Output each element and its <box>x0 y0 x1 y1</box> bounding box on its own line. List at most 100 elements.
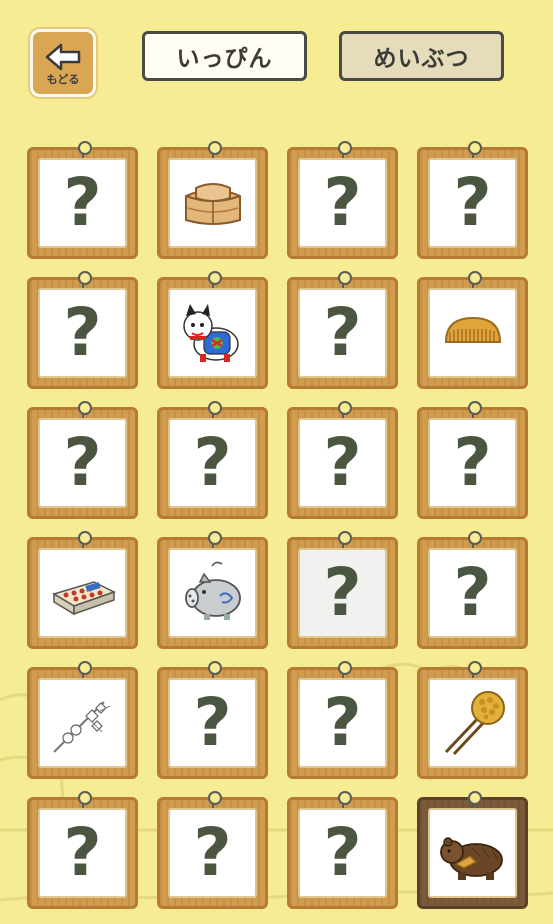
item-card[interactable]: ? <box>287 271 398 389</box>
item-card[interactable]: ? <box>417 531 528 649</box>
item-card[interactable]: ? <box>157 401 268 519</box>
item-card[interactable]: ? <box>287 401 398 519</box>
hook-ring-icon <box>207 401 222 415</box>
item-card[interactable] <box>417 791 528 909</box>
hook-ring-icon <box>467 141 482 155</box>
hook-ring-icon <box>467 271 482 285</box>
hook-ring-icon <box>207 531 222 545</box>
tab-ippin[interactable]: いっぴん <box>142 31 307 81</box>
item-card-face <box>38 678 127 768</box>
hook-ring-icon <box>77 401 92 415</box>
unknown-item-question-mark: ? <box>193 814 232 891</box>
item-card-face <box>428 808 517 898</box>
item-card[interactable]: ? <box>287 661 398 779</box>
carved-bear-icon <box>439 837 503 880</box>
item-card[interactable] <box>157 141 268 259</box>
item-card-face: ? <box>298 678 387 768</box>
hook-ring-icon <box>77 531 92 545</box>
hook-ring-icon <box>207 661 222 675</box>
unknown-item-question-mark: ? <box>323 554 362 631</box>
tab-meibutsu-label: めいぶつ <box>373 46 470 72</box>
hook-ring-icon <box>337 531 352 545</box>
unknown-item-question-mark: ? <box>193 424 232 501</box>
unknown-item-question-mark: ? <box>323 294 362 371</box>
unknown-item-question-mark: ? <box>63 164 102 241</box>
hook-ring-icon <box>467 791 482 805</box>
hook-ring-icon <box>207 791 222 805</box>
item-card-face <box>168 288 257 378</box>
item-card[interactable] <box>27 661 138 779</box>
pig-mosquito-coil-holder-icon <box>184 561 241 620</box>
unknown-item-question-mark: ? <box>323 684 362 761</box>
unknown-item-question-mark: ? <box>323 424 362 501</box>
item-card-face: ? <box>428 158 517 248</box>
item-card[interactable]: ? <box>27 141 138 259</box>
item-card[interactable] <box>417 661 528 779</box>
item-card[interactable]: ? <box>157 661 268 779</box>
hook-ring-icon <box>77 271 92 285</box>
item-card[interactable]: ? <box>287 531 398 649</box>
item-card-face: ? <box>298 158 387 248</box>
item-card[interactable]: ? <box>417 401 528 519</box>
unknown-item-question-mark: ? <box>453 424 492 501</box>
hook-ring-icon <box>337 141 352 155</box>
wooden-bento-box-icon <box>184 183 241 225</box>
item-card[interactable]: ? <box>157 791 268 909</box>
tab-ippin-label: いっぴん <box>176 46 273 72</box>
item-card-face <box>38 548 127 638</box>
item-card[interactable] <box>157 531 268 649</box>
item-collection-grid: ? ??? ? ???? ? ? ? ? ? ? ? <box>27 141 528 909</box>
item-card[interactable] <box>417 271 528 389</box>
hook-ring-icon <box>467 661 482 675</box>
unknown-item-question-mark: ? <box>453 164 492 241</box>
hook-ring-icon <box>337 271 352 285</box>
item-card-face <box>168 548 257 638</box>
item-card[interactable]: ? <box>27 401 138 519</box>
unknown-item-question-mark: ? <box>63 294 102 371</box>
matchbox-icon <box>51 581 116 616</box>
item-card[interactable] <box>27 531 138 649</box>
item-card[interactable]: ? <box>27 271 138 389</box>
hook-ring-icon <box>337 791 352 805</box>
inu-hariko-dog-icon <box>182 304 239 362</box>
item-card[interactable]: ? <box>417 141 528 259</box>
unknown-item-question-mark: ? <box>323 164 362 241</box>
hook-ring-icon <box>77 661 92 675</box>
back-button-label: もどる <box>46 73 80 86</box>
item-card-face: ? <box>38 288 127 378</box>
hook-ring-icon <box>77 141 92 155</box>
tab-meibutsu[interactable]: めいぶつ <box>339 31 504 81</box>
item-card-face <box>428 678 517 768</box>
item-card-face: ? <box>428 418 517 508</box>
item-card-face: ? <box>298 808 387 898</box>
hook-ring-icon <box>467 531 482 545</box>
item-card-face: ? <box>298 288 387 378</box>
unknown-item-question-mark: ? <box>453 554 492 631</box>
hook-ring-icon <box>77 791 92 805</box>
hook-ring-icon <box>337 401 352 415</box>
hook-ring-icon <box>467 401 482 415</box>
item-card[interactable]: ? <box>287 141 398 259</box>
unknown-item-question-mark: ? <box>193 684 232 761</box>
left-arrow-icon <box>45 43 81 71</box>
item-card[interactable]: ? <box>287 791 398 909</box>
item-card-face: ? <box>168 808 257 898</box>
hair-ornament-kanzashi-icon <box>52 701 110 753</box>
item-card-face: ? <box>428 548 517 638</box>
item-card-face: ? <box>168 418 257 508</box>
unknown-item-question-mark: ? <box>63 424 102 501</box>
item-card-face <box>168 158 257 248</box>
unknown-item-question-mark: ? <box>63 814 102 891</box>
item-card[interactable] <box>157 271 268 389</box>
hook-ring-icon <box>337 661 352 675</box>
item-card-face <box>428 288 517 378</box>
hook-ring-icon <box>207 271 222 285</box>
item-card-face: ? <box>38 808 127 898</box>
tortoiseshell-hairpin-icon <box>444 691 505 756</box>
item-card-face: ? <box>38 418 127 508</box>
back-button[interactable]: もどる <box>30 29 96 97</box>
item-card-face: ? <box>298 418 387 508</box>
hook-ring-icon <box>207 141 222 155</box>
item-card-face: ? <box>298 548 387 638</box>
item-card[interactable]: ? <box>27 791 138 909</box>
